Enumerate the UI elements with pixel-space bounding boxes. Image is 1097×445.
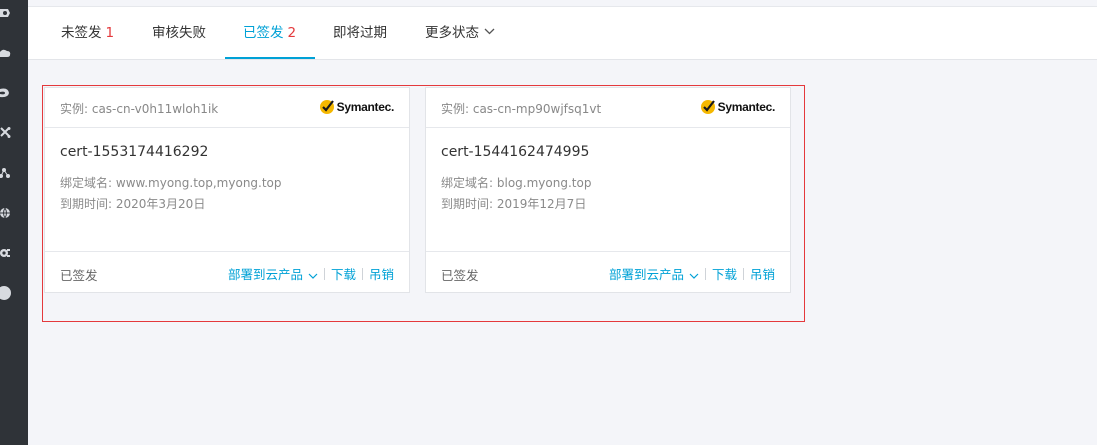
instance-id: 实例: cas-cn-mp90wjfsq1vt — [441, 102, 602, 116]
domain-label: 绑定域名: — [60, 176, 113, 190]
circle-icon[interactable] — [0, 286, 12, 300]
revoke-link[interactable]: 吊销 — [750, 264, 775, 283]
active-tab-underline — [225, 57, 315, 59]
card-footer: 已签发 部署到云产品 下载 吊销 — [426, 251, 790, 292]
network-icon[interactable] — [0, 126, 12, 140]
tab-label: 即将过期 — [333, 25, 387, 41]
cert-name: cert-1544162474995 — [441, 144, 590, 160]
top-strip — [28, 0, 1097, 7]
download-link[interactable]: 下载 — [712, 264, 737, 283]
gear-icon[interactable] — [0, 246, 12, 260]
expire-value: 2019年12月7日 — [496, 197, 587, 211]
tab-count: 1 — [105, 25, 115, 41]
status-text: 已签发 — [60, 268, 98, 283]
tab-label: 更多状态 — [425, 25, 479, 41]
expire-time: 到期时间: 2019年12月7日 — [441, 195, 586, 212]
card-actions: 部署到云产品 下载 吊销 — [609, 264, 775, 283]
cert-card: 实例: cas-cn-mp90wjfsq1vt Symantec. cert-1… — [425, 87, 791, 293]
check-icon — [319, 100, 334, 114]
bound-domains: 绑定域名: blog.myong.top — [441, 174, 591, 191]
check-icon — [700, 100, 715, 114]
left-nav-rail — [0, 0, 28, 445]
globe-icon[interactable] — [0, 206, 12, 220]
status-text: 已签发 — [441, 268, 479, 283]
cert-name: cert-1553174416292 — [60, 144, 209, 160]
chevron-down-icon — [308, 267, 318, 282]
expire-label: 到期时间: — [60, 197, 113, 211]
deploy-label: 部署到云产品 — [227, 267, 303, 282]
expire-time: 到期时间: 2020年3月20日 — [60, 195, 205, 212]
tab-label: 未签发 — [61, 25, 102, 41]
tab-count: 2 — [287, 25, 297, 41]
deploy-dropdown[interactable]: 部署到云产品 — [228, 264, 318, 283]
tab-unissued[interactable]: 未签发 1 — [61, 7, 114, 60]
tab-label: 已签发 — [243, 25, 284, 41]
card-actions: 部署到云产品 下载 吊销 — [228, 264, 394, 283]
chevron-down-icon — [484, 5, 495, 58]
bound-domains: 绑定域名: www.myong.top,myong.top — [60, 174, 282, 191]
card-footer: 已签发 部署到云产品 下载 吊销 — [45, 251, 409, 292]
domain-value: blog.myong.top — [496, 176, 592, 190]
deploy-dropdown[interactable]: 部署到云产品 — [609, 264, 699, 283]
brand-name: Symantec. — [717, 100, 776, 114]
share-icon[interactable] — [0, 166, 12, 180]
tab-more-status[interactable]: 更多状态 — [425, 7, 495, 60]
domain-value: www.myong.top,myong.top — [115, 176, 282, 190]
divider — [742, 267, 744, 280]
chevron-down-icon — [689, 267, 699, 282]
tab-review-failed[interactable]: 审核失败 — [152, 7, 206, 60]
refresh-icon[interactable] — [0, 86, 12, 100]
cloud-icon[interactable] — [0, 46, 12, 60]
instance-id: 实例: cas-cn-v0h11wloh1ik — [60, 102, 219, 116]
status-tabbar: 未签发 1 审核失败 已签发 2 即将过期 更多状态 — [28, 7, 1097, 60]
domain-label: 绑定域名: — [441, 176, 494, 190]
symantec-logo: Symantec. — [319, 98, 394, 116]
divider — [704, 267, 706, 280]
symantec-logo: Symantec. — [700, 98, 775, 116]
divider — [323, 267, 325, 280]
deploy-label: 部署到云产品 — [608, 267, 684, 282]
expire-value: 2020年3月20日 — [115, 197, 206, 211]
settings-icon[interactable] — [0, 6, 12, 20]
cert-card: 实例: cas-cn-v0h11wloh1ik Symantec. cert-1… — [44, 87, 410, 293]
main-content: 未签发 1 审核失败 已签发 2 即将过期 更多状态 实例: cas-cn-v0h1… — [28, 0, 1097, 445]
brand-name: Symantec. — [336, 100, 395, 114]
tab-label: 审核失败 — [152, 25, 206, 41]
tab-issued[interactable]: 已签发 2 — [243, 7, 296, 60]
revoke-link[interactable]: 吊销 — [369, 264, 394, 283]
card-header: 实例: cas-cn-mp90wjfsq1vt Symantec. — [426, 88, 790, 128]
expire-label: 到期时间: — [441, 197, 494, 211]
divider — [361, 267, 363, 280]
download-link[interactable]: 下载 — [331, 264, 356, 283]
card-header: 实例: cas-cn-v0h11wloh1ik Symantec. — [45, 88, 409, 128]
tab-expiring-soon[interactable]: 即将过期 — [333, 7, 387, 60]
